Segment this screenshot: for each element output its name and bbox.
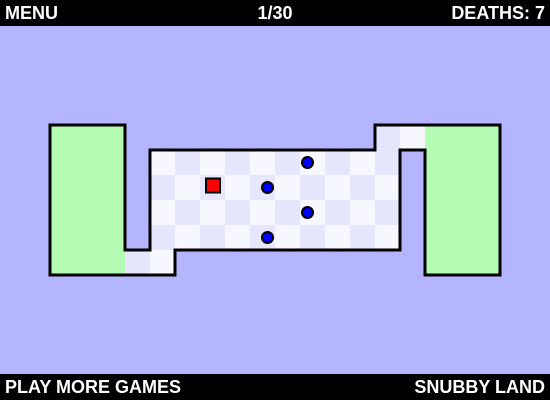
floor-tile	[200, 225, 225, 250]
floor-tile	[275, 200, 300, 225]
play-more-games-link[interactable]: PLAY MORE GAMES	[5, 377, 181, 398]
floor-tile	[375, 175, 400, 200]
floor-tile	[325, 200, 350, 225]
floor-tile	[150, 150, 175, 175]
floor-tile	[200, 150, 225, 175]
game-board	[48, 123, 502, 277]
floor-tile	[350, 150, 375, 175]
floor-tile	[325, 175, 350, 200]
floor-tile	[375, 200, 400, 225]
floor-tile	[225, 225, 250, 250]
floor-tile	[175, 150, 200, 175]
floor-tile	[150, 250, 175, 275]
floor-tile	[275, 225, 300, 250]
floor-tile	[275, 150, 300, 175]
snubby-land-link[interactable]: SNUBBY LAND	[414, 377, 545, 398]
floor-tile	[150, 175, 175, 200]
bottom-bar: PLAY MORE GAMES SNUBBY LAND	[0, 374, 550, 400]
floor-tile	[275, 175, 300, 200]
enemy-dot-3	[301, 206, 314, 219]
floor-tile	[175, 225, 200, 250]
floor-tile	[250, 150, 275, 175]
goal-safe-zone	[425, 125, 500, 275]
checkered-floor	[125, 125, 425, 275]
floor-tile	[300, 225, 325, 250]
floor-tile	[375, 150, 400, 175]
start-safe-zone	[50, 125, 125, 275]
floor-tile	[325, 225, 350, 250]
floor-tile	[225, 200, 250, 225]
floor-tile	[175, 200, 200, 225]
floor-tile	[300, 175, 325, 200]
floor-tile	[375, 125, 400, 150]
player-square[interactable]	[205, 177, 221, 194]
floor-tile	[250, 200, 275, 225]
enemy-dot-4	[261, 231, 274, 244]
floor-tile	[325, 150, 350, 175]
floor-tile	[375, 225, 400, 250]
enemy-dot-2	[261, 181, 274, 194]
floor-tile	[400, 125, 425, 150]
enemy-dot-1	[301, 156, 314, 169]
floor-tile	[225, 150, 250, 175]
floor-tile	[150, 200, 175, 225]
floor-tile	[350, 200, 375, 225]
floor-tile	[350, 225, 375, 250]
floor-tile	[125, 250, 150, 275]
floor-tile	[225, 175, 250, 200]
floor-tile	[350, 175, 375, 200]
floor-tile	[200, 200, 225, 225]
floor-tile	[150, 225, 175, 250]
floor-tile	[175, 175, 200, 200]
